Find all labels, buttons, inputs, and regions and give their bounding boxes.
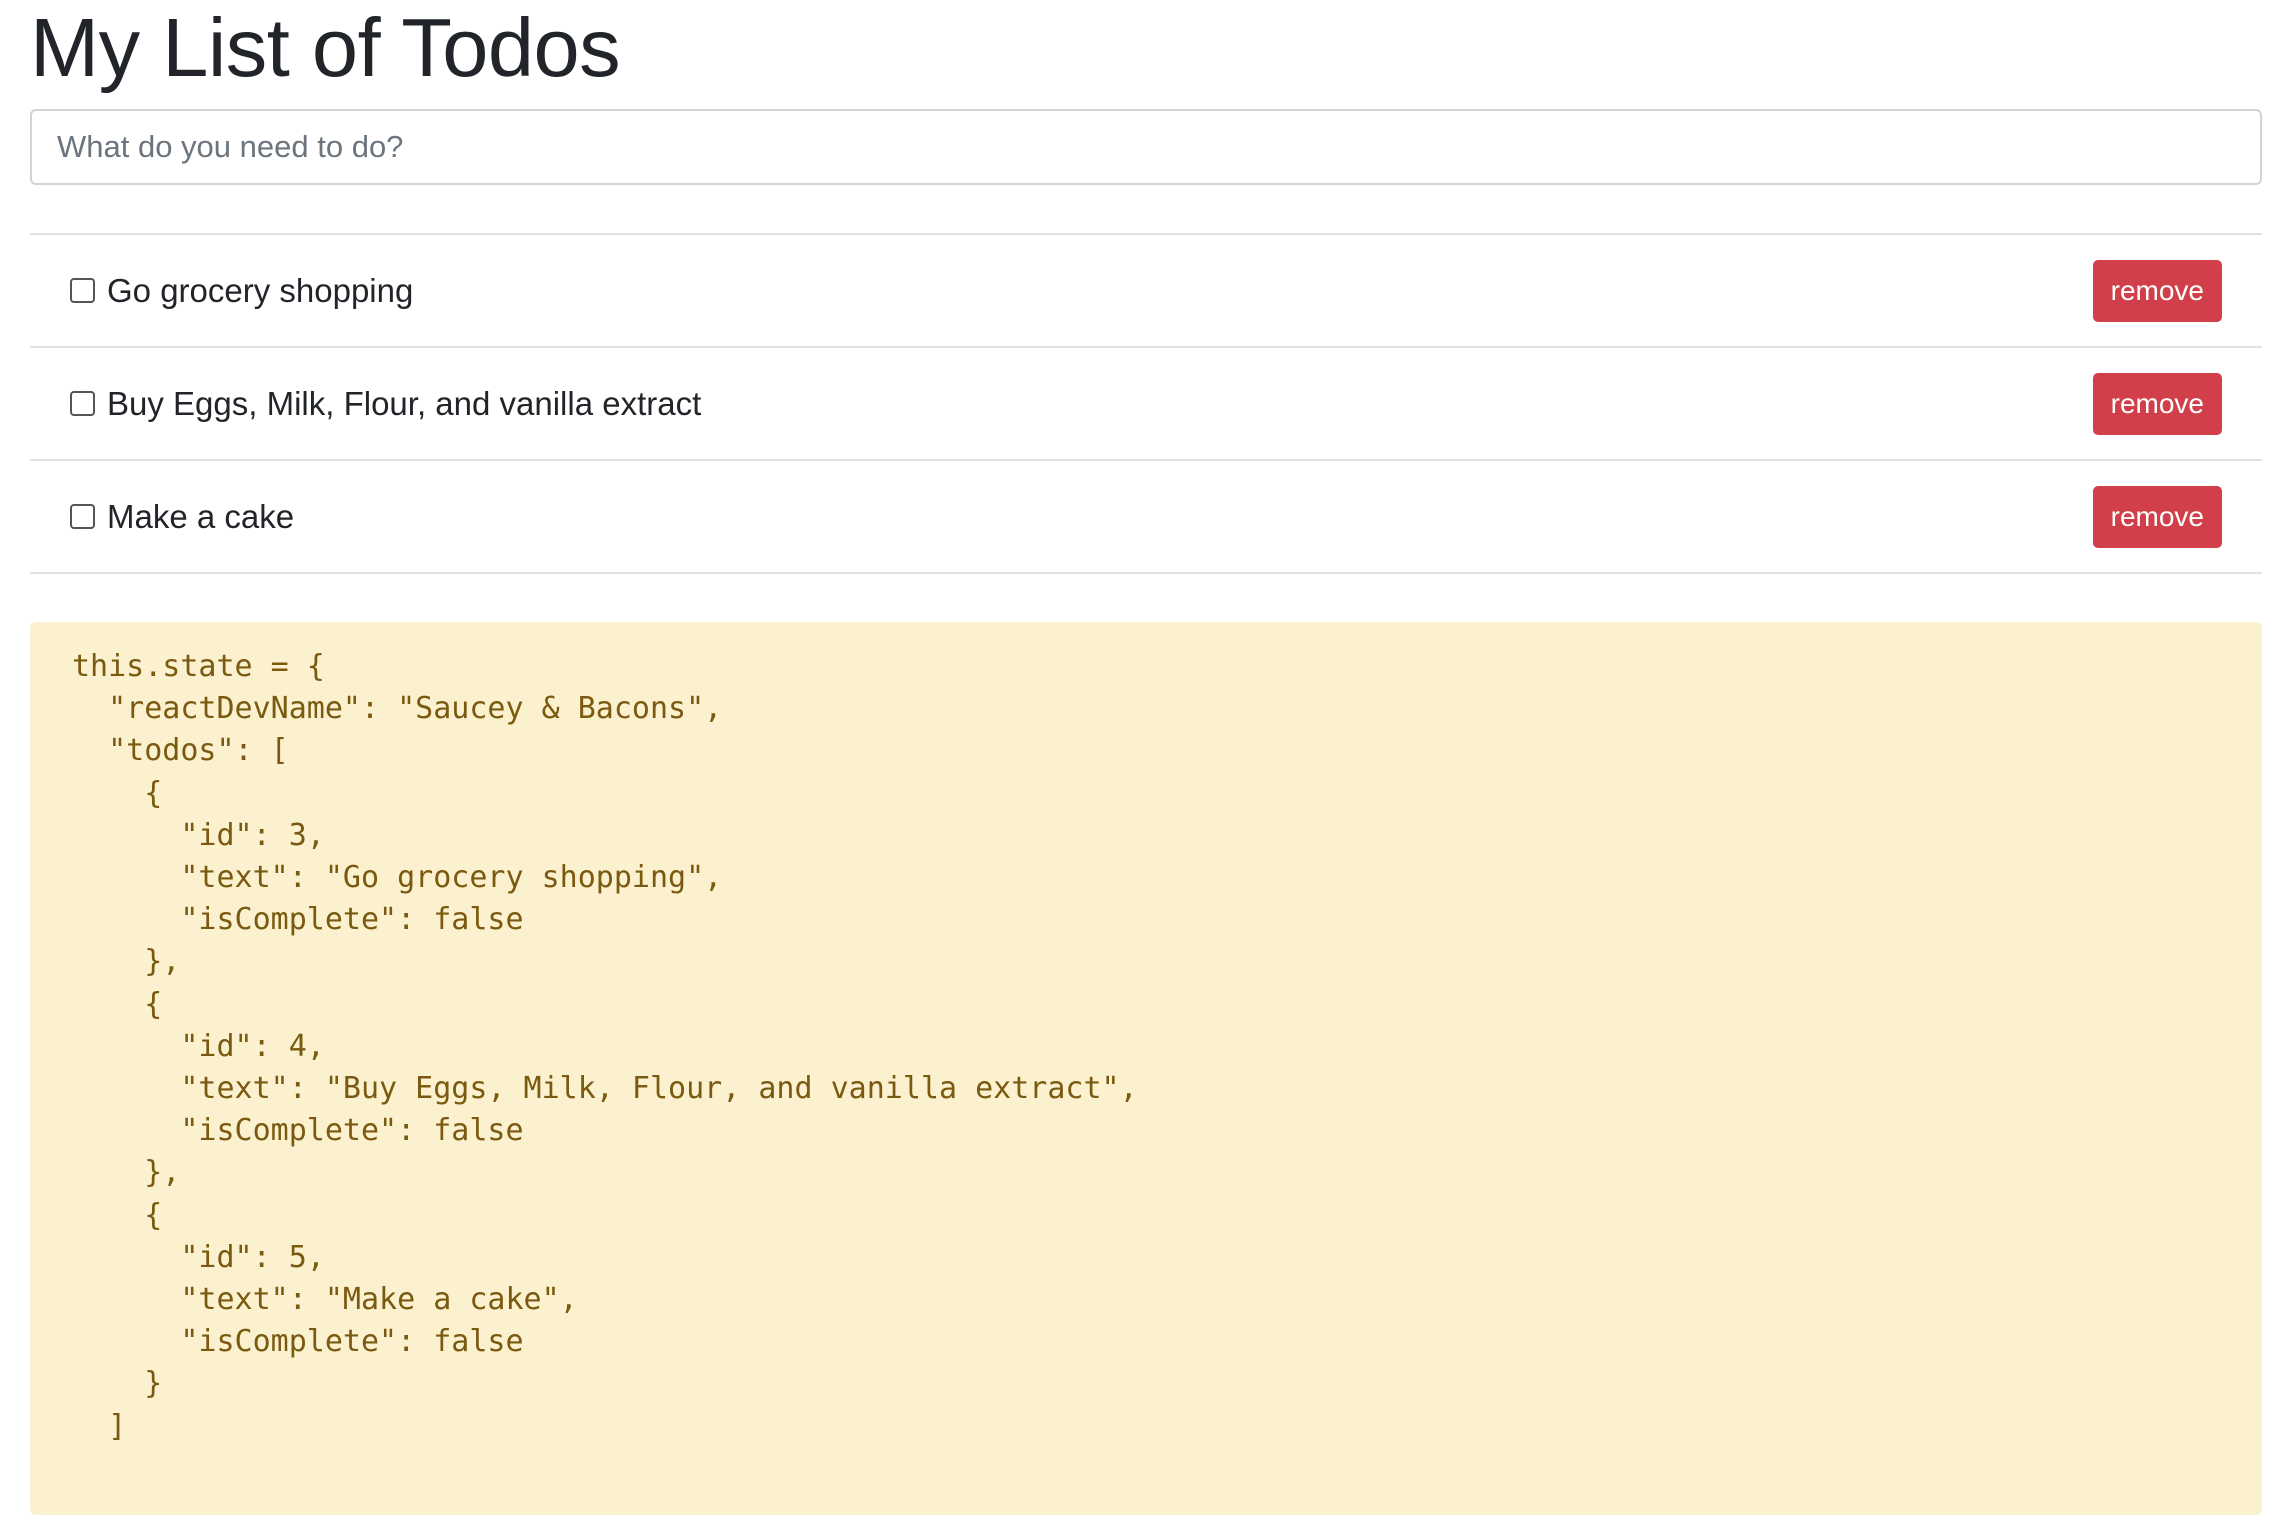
remove-button[interactable]: remove [2092,372,2222,435]
state-line: this.state = { [72,649,325,684]
todo-text: Make a cake [107,497,295,535]
todo-checkbox[interactable] [70,504,95,529]
state-line: "id": 5, [72,1239,325,1275]
state-line: "text": "Go grocery shopping", [72,860,723,896]
state-line: "isComplete": false [72,1324,524,1360]
todo-text: Go grocery shopping [107,271,414,309]
state-line: ] [72,1408,127,1444]
todo-item: Go grocery shopping remove [30,235,2262,348]
remove-button[interactable]: remove [2092,259,2222,322]
state-line: "todos": [ [72,733,289,769]
todo-checkbox[interactable] [70,278,95,303]
state-line: { [72,1197,163,1233]
state-line: { [72,986,163,1022]
state-line: "id": 3, [72,817,325,853]
todo-item: Buy Eggs, Milk, Flour, and vanilla extra… [30,348,2262,461]
state-line: }, [72,944,181,980]
todo-list: Go grocery shopping remove Buy Eggs, Mil… [30,233,2262,574]
todo-item: Make a cake remove [30,461,2262,574]
page-title: My List of Todos [30,1,621,94]
state-line: "isComplete": false [72,1113,524,1149]
state-line: "text": "Make a cake", [72,1282,578,1318]
state-line: "text": "Buy Eggs, Milk, Flour, and vani… [72,1071,1138,1107]
state-debug-panel: this.state = { "reactDevName": "Saucey &… [30,622,2262,1515]
state-line: "reactDevName": "Saucey & Bacons", [72,691,723,727]
remove-button[interactable]: remove [2092,485,2222,548]
todo-checkbox[interactable] [70,391,95,416]
state-line: "id": 4, [72,1028,325,1064]
state-line: { [72,775,163,811]
new-todo-input[interactable] [30,109,2262,185]
state-line: "isComplete": false [72,902,524,938]
state-json-dump: this.state = { "reactDevName": "Saucey &… [72,646,2220,1448]
todo-text: Buy Eggs, Milk, Flour, and vanilla extra… [107,384,702,422]
state-line: } [72,1366,163,1402]
app-container: My List of Todos Go grocery shopping rem… [30,0,2262,1515]
state-line: }, [72,1155,181,1191]
